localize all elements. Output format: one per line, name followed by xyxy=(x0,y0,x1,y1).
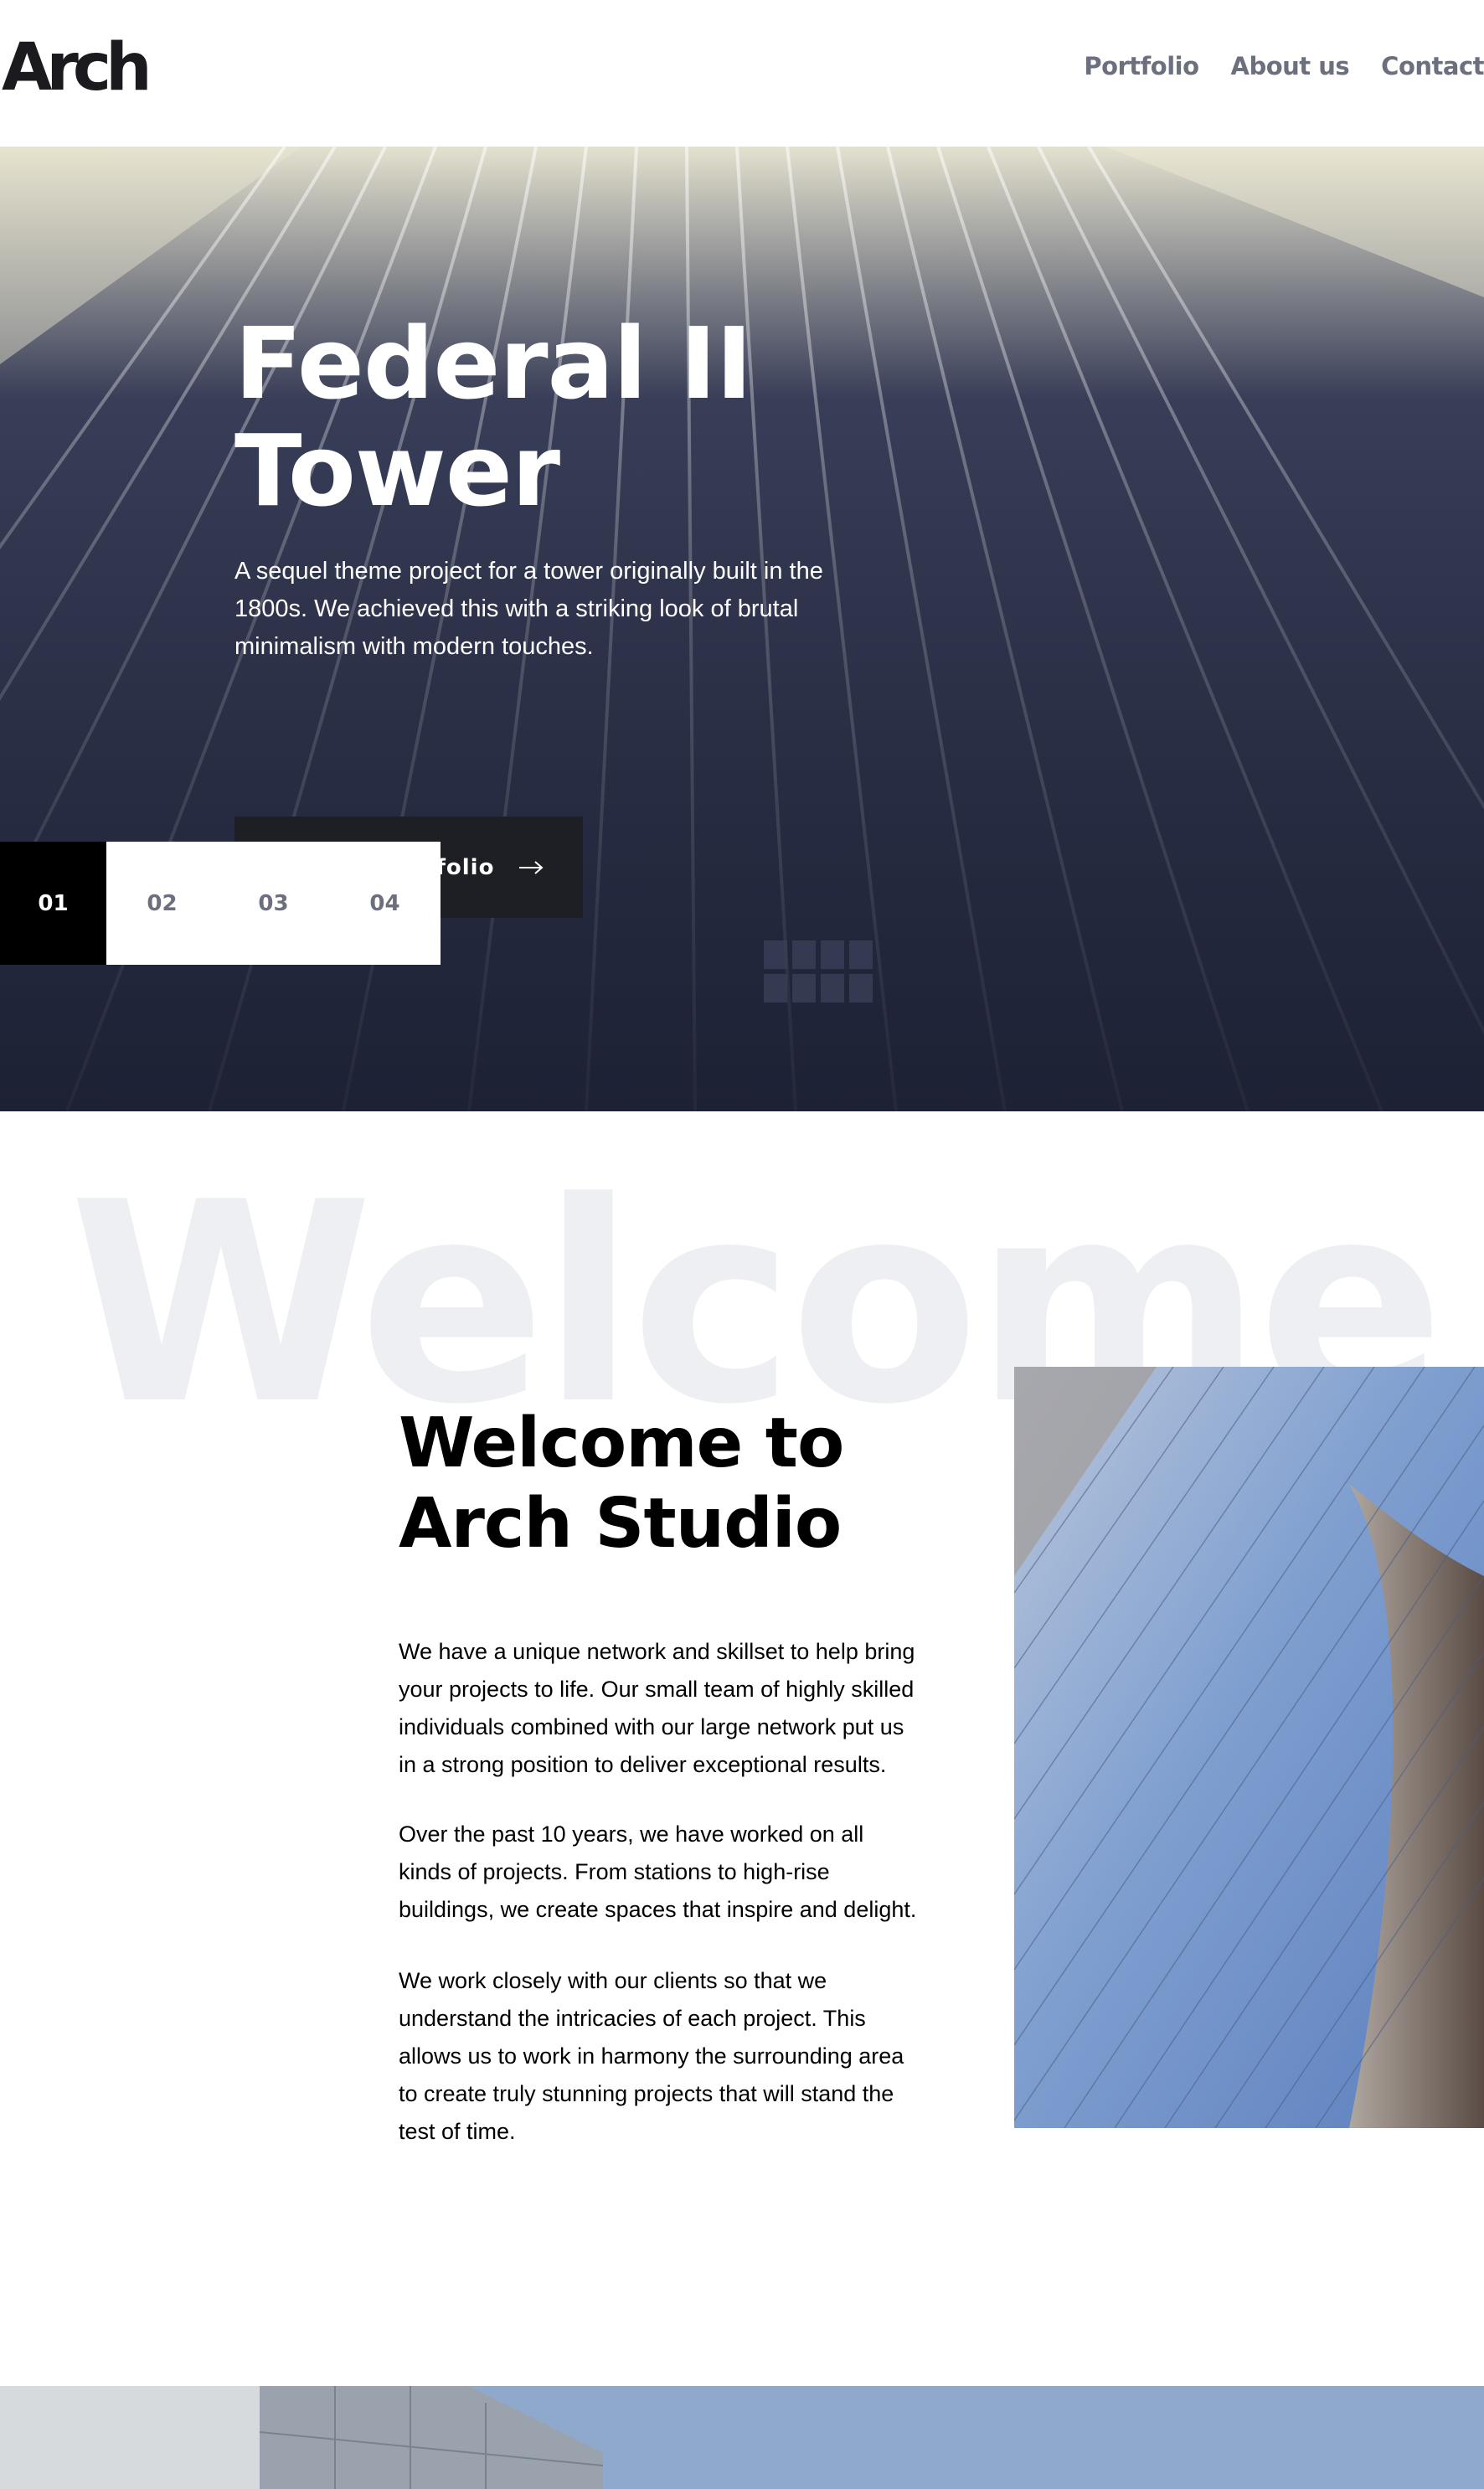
curved-building-graphic xyxy=(1014,1367,1484,2128)
nav-contact[interactable]: Contact xyxy=(1381,52,1484,80)
welcome-title: Welcome to Arch Studio xyxy=(399,1404,901,1564)
featured-building-image xyxy=(0,2386,1484,2489)
slide-pager: 01 02 03 04 xyxy=(0,842,441,965)
slide-tab-02[interactable]: 02 xyxy=(106,842,218,965)
nav-portfolio[interactable]: Portfolio xyxy=(1084,52,1199,80)
welcome-paragraph-3: We work closely with our clients so that… xyxy=(399,1968,904,2144)
nav-about-us[interactable]: About us xyxy=(1231,52,1350,80)
hero-title-line2: Tower xyxy=(234,413,560,528)
site-header: Arch Portfolio About us Contact xyxy=(0,0,1484,147)
slide-tab-04[interactable]: 04 xyxy=(329,842,441,965)
welcome-paragraph-2: Over the past 10 years, we have worked o… xyxy=(399,1822,917,1922)
arrow-right-icon xyxy=(518,859,544,876)
slide-tab-01[interactable]: 01 xyxy=(0,842,106,965)
main-nav: Portfolio About us Contact xyxy=(1084,52,1484,80)
welcome-title-line1: Welcome to xyxy=(399,1404,844,1483)
hero-description: A sequel theme project for a tower origi… xyxy=(234,558,823,660)
hero-title-line1: Federal II xyxy=(234,306,753,421)
welcome-title-line2: Arch Studio xyxy=(399,1484,842,1564)
logo[interactable]: Arch xyxy=(2,35,152,100)
hero-title: Federal II Tower xyxy=(234,310,904,524)
slide-tab-03[interactable]: 03 xyxy=(218,842,329,965)
curved-building-image xyxy=(1014,1367,1484,2128)
hero-section: Federal II Tower A sequel theme project … xyxy=(0,147,1484,1111)
featured-building-graphic xyxy=(0,2386,1484,2489)
welcome-paragraph-1: We have a unique network and skillset to… xyxy=(399,1639,915,1777)
